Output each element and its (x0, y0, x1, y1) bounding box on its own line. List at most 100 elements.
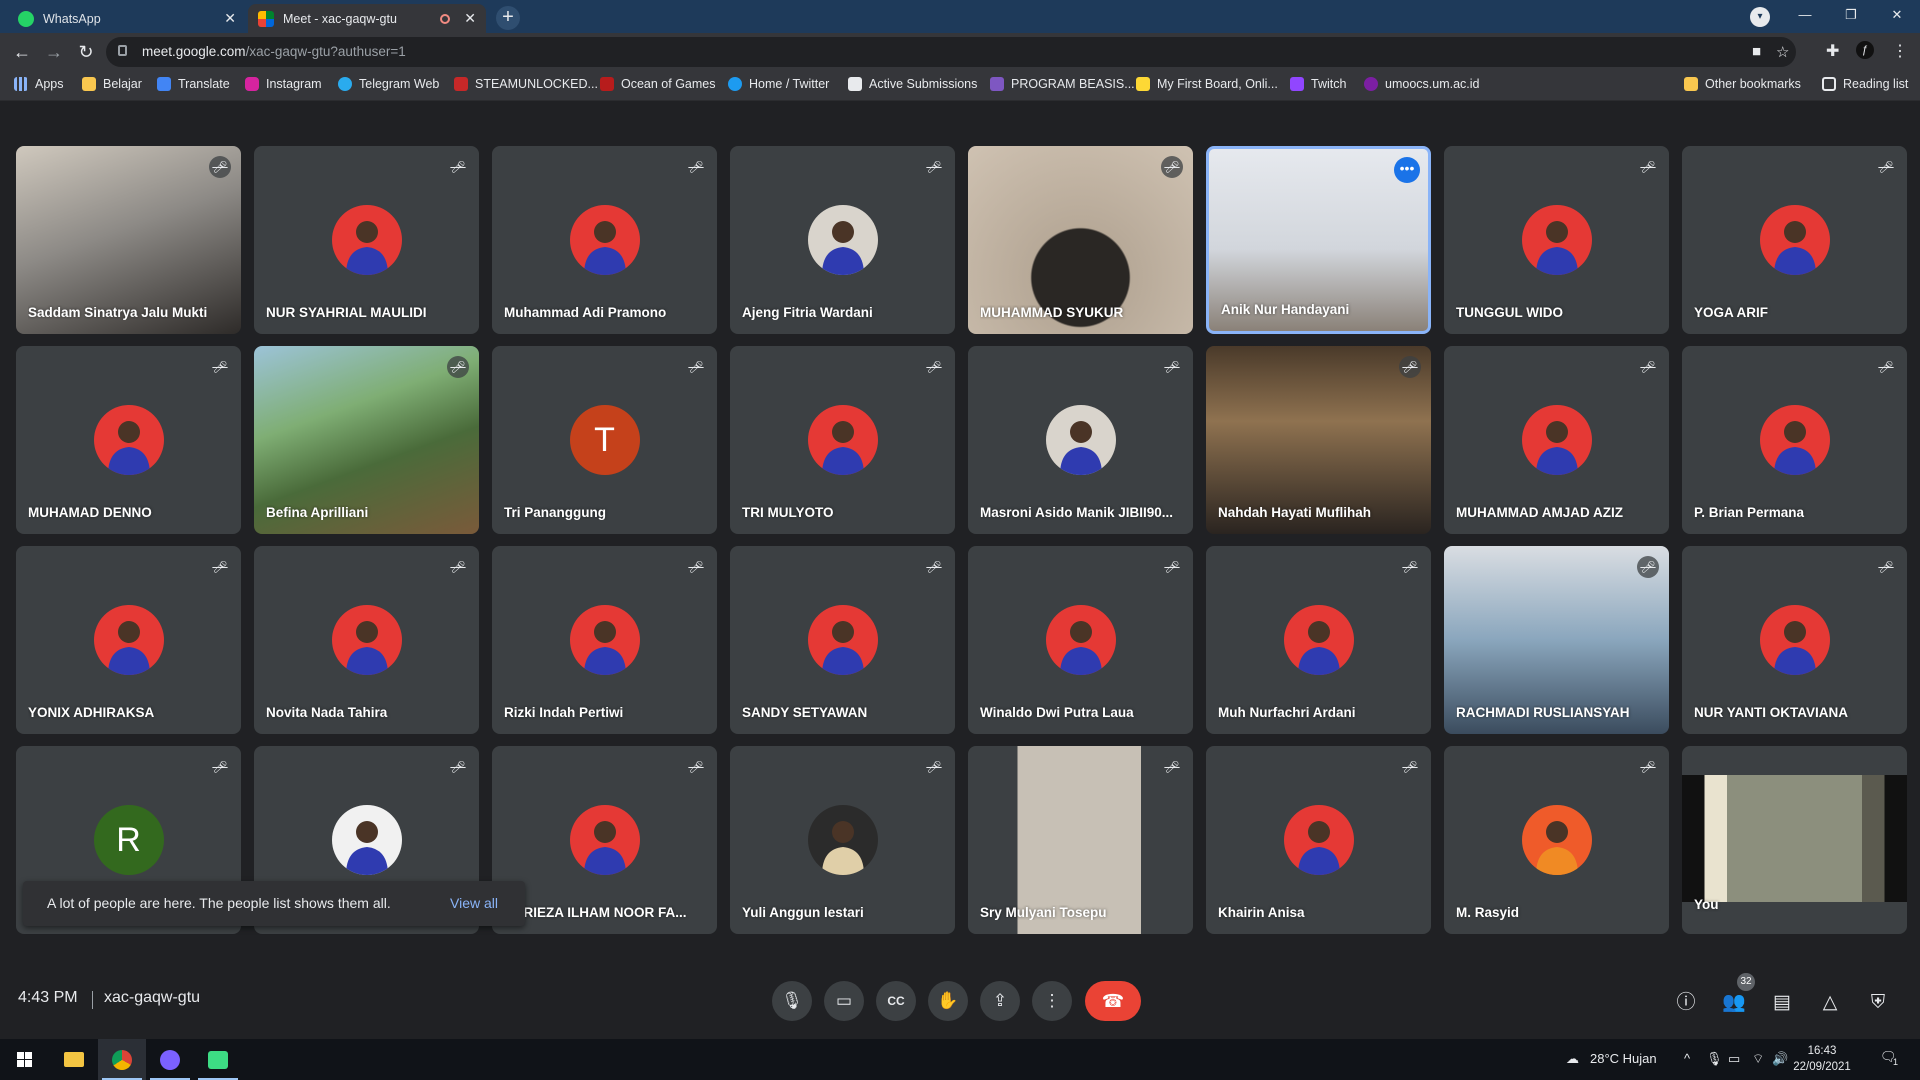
new-tab-button[interactable]: + (496, 6, 520, 30)
avatar (331, 805, 402, 875)
mic-off-icon: 🎤︎ (926, 760, 942, 774)
bookmark-program-beasiswa[interactable]: PROGRAM BEASIS... (990, 77, 1135, 91)
taskbar-chrome[interactable] (98, 1039, 146, 1080)
participant-tile[interactable]: 🎤︎ TUNGGUL WIDO (1444, 146, 1669, 334)
profile-avatar-icon[interactable]: ƒ (1856, 41, 1874, 59)
bookmark-other[interactable]: Other bookmarks (1684, 77, 1801, 91)
meeting-details-button[interactable]: ⓘ (1672, 989, 1700, 1017)
participant-tile[interactable]: 🎤︎ SANDY SETYAWAN (730, 546, 955, 734)
chevron-up-icon[interactable]: ^ (1684, 1051, 1690, 1066)
participant-tile[interactable]: 🎤︎ TRI MULYOTO (730, 346, 955, 534)
camera-button[interactable]: ▭ (824, 981, 864, 1021)
participant-tile[interactable]: 🎤︎ Rizki Indah Pertiwi (492, 546, 717, 734)
leave-call-button[interactable]: ☎ (1085, 981, 1141, 1021)
camera-in-use-icon[interactable]: ■ (1752, 43, 1761, 60)
bookmark-translate[interactable]: Translate (157, 77, 230, 91)
participant-tile[interactable]: 🎤︎ Muh Nurfachri Ardani (1206, 546, 1431, 734)
microphone-tray-icon[interactable]: 🎙 (1706, 1051, 1723, 1067)
activities-button[interactable]: △ (1816, 989, 1844, 1017)
participant-tile[interactable]: 🎤︎ Sry Mulyani Tosepu (968, 746, 1193, 934)
participant-tile[interactable]: 🎤︎ Ajeng Fitria Wardani (730, 146, 955, 334)
extensions-icon[interactable]: ✚ (1826, 41, 1839, 61)
start-button[interactable] (0, 1039, 48, 1080)
menu-dots-icon[interactable]: ⋮ (1892, 41, 1908, 61)
participant-tile[interactable]: 🎤︎ P. Brian Permana (1682, 346, 1907, 534)
bookmark-apps[interactable]: Apps (14, 77, 64, 91)
battery-icon[interactable]: ▭ (1728, 1051, 1740, 1067)
captions-button[interactable]: CC (876, 981, 916, 1021)
close-icon[interactable]: ✕ (464, 10, 476, 27)
mic-off-icon: 🎤︎ (212, 360, 228, 374)
restore-icon[interactable]: ❐ (1828, 0, 1874, 30)
notification-count: 1 (1893, 1057, 1899, 1067)
taskbar-clock[interactable]: 16:43 22/09/2021 (1782, 1043, 1862, 1075)
microphone-button[interactable]: 🎙 (772, 981, 812, 1021)
forward-icon[interactable]: → (42, 40, 66, 64)
minimize-icon[interactable]: — (1782, 0, 1828, 30)
bookmark-ocean-of-games[interactable]: Ocean of Games (600, 77, 716, 91)
avatar (331, 605, 402, 675)
bookmark-belajar[interactable]: Belajar (82, 77, 142, 91)
tab-meet[interactable]: Meet - xac-gaqw-gtu ✕ (248, 4, 486, 33)
reload-icon[interactable]: ↻ (74, 40, 98, 64)
participant-tile[interactable]: 🎤︎ M. Rasyid (1444, 746, 1669, 934)
bookmark-umoocs[interactable]: umoocs.um.ac.id (1364, 77, 1479, 91)
participant-tile[interactable]: T 🎤︎ Tri Pananggung (492, 346, 717, 534)
folder-icon (1684, 77, 1698, 91)
taskbar-file-explorer[interactable] (50, 1039, 98, 1080)
participant-tile[interactable]: 🎤︎ NUR SYAHRIAL MAULIDI (254, 146, 479, 334)
more-options-button[interactable]: ⋮ (1032, 981, 1072, 1021)
bookmark-instagram[interactable]: Instagram (245, 77, 322, 91)
wifi-icon[interactable]: ⌔ (1752, 1051, 1764, 1067)
close-window-icon[interactable]: ✕ (1874, 0, 1920, 30)
bookmark-twitch[interactable]: Twitch (1290, 77, 1346, 91)
participant-tile[interactable]: 🎤︎ MUHAMMAD SYUKUR (968, 146, 1193, 334)
telegram-icon (338, 77, 352, 91)
participant-name: Novita Nada Tahira (266, 705, 388, 720)
chat-button[interactable]: ▤ (1768, 989, 1796, 1017)
participant-tile[interactable]: 🎤︎ RACHMADI RUSLIANSYAH (1444, 546, 1669, 734)
participant-tile[interactable]: 🎤︎ MUHAMMAD AMJAD AZIZ (1444, 346, 1669, 534)
participant-tile[interactable]: 🎤︎ Nahdah Hayati Muflihah (1206, 346, 1431, 534)
participant-tile[interactable]: 🎤︎ Novita Nada Tahira (254, 546, 479, 734)
participant-tile[interactable]: 🎤︎ Khairin Anisa (1206, 746, 1431, 934)
bookmark-star-icon[interactable]: ☆ (1776, 43, 1789, 61)
weather-text[interactable]: 28°C Hujan (1590, 1051, 1657, 1066)
participant-tile[interactable]: 🎤︎ Masroni Asido Manik JIBII90... (968, 346, 1193, 534)
steamunlocked-icon (454, 77, 468, 91)
participant-tile[interactable]: 🎤︎ NUR YANTI OKTAVIANA (1682, 546, 1907, 734)
weather-icon[interactable]: ☁ (1566, 1051, 1579, 1067)
reading-list[interactable]: Reading list (1822, 77, 1908, 91)
more-options-icon[interactable]: ••• (1394, 157, 1420, 183)
participant-tile[interactable]: 🎤︎ AHRIEZA ILHAM NOOR FA... (492, 746, 717, 934)
tab-whatsapp[interactable]: WhatsApp ✕ (8, 4, 246, 33)
bookmark-steamunlocked[interactable]: STEAMUNLOCKED... (454, 77, 598, 91)
participant-tile[interactable]: 🎤︎ MUHAMAD DENNO (16, 346, 241, 534)
close-icon[interactable]: ✕ (224, 10, 236, 27)
taskbar-messenger[interactable] (146, 1039, 194, 1080)
people-button[interactable]: 👥 (1720, 989, 1748, 1017)
participant-tile[interactable]: 🎤︎ YOGA ARIF (1682, 146, 1907, 334)
participant-tile[interactable]: 🎤︎ YONIX ADHIRAKSA (16, 546, 241, 734)
taskbar-android-app[interactable] (194, 1039, 242, 1080)
bookmark-twitter[interactable]: Home / Twitter (728, 77, 829, 91)
participant-tile[interactable]: ••• Anik Nur Handayani (1206, 146, 1431, 334)
tab-search-icon[interactable]: ▾ (1750, 7, 1770, 27)
mic-off-icon: 🎤︎ (1164, 560, 1180, 574)
participant-tile[interactable]: 🎤︎ Winaldo Dwi Putra Laua (968, 546, 1193, 734)
back-icon[interactable]: ← (10, 40, 34, 64)
bookmark-my-first-board[interactable]: My First Board, Onli... (1136, 77, 1278, 91)
host-controls-button[interactable]: ⛨ (1864, 989, 1892, 1017)
raise-hand-button[interactable]: ✋ (928, 981, 968, 1021)
participant-tile[interactable]: You (1682, 746, 1907, 934)
bookmark-active-submissions[interactable]: Active Submissions (848, 77, 977, 91)
participant-tile[interactable]: 🎤︎ Muhammad Adi Pramono (492, 146, 717, 334)
present-button[interactable]: ⇪ (980, 981, 1020, 1021)
participant-tile[interactable]: 🎤︎ Befina Aprilliani (254, 346, 479, 534)
address-bar[interactable]: meet.google.com/xac-gaqw-gtu?authuser=1 … (106, 37, 1796, 67)
participant-tile[interactable]: 🎤︎ Yuli Anggun lestari (730, 746, 955, 934)
avatar (1759, 205, 1830, 275)
bookmark-telegram[interactable]: Telegram Web (338, 77, 439, 91)
participant-tile[interactable]: 🎤︎ Saddam Sinatrya Jalu Mukti (16, 146, 241, 334)
view-all-link[interactable]: View all (450, 895, 498, 911)
